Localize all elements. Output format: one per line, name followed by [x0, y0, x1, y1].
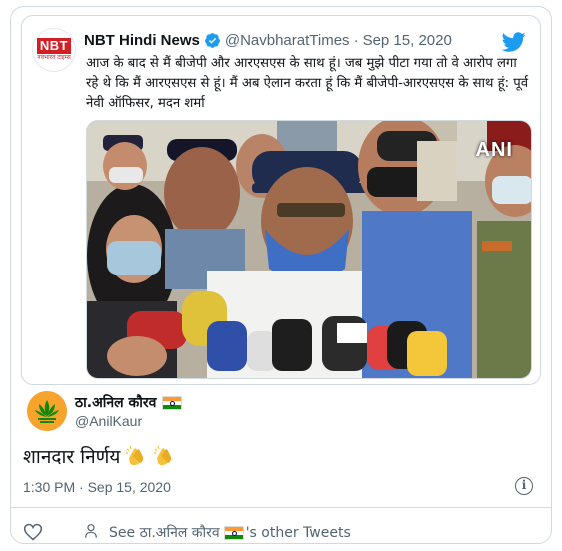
- photo-watermark: ANI: [475, 139, 513, 161]
- embedded-tweet-card[interactable]: NBT नवभारत टाइम्स NBT Hindi News @Navbha…: [10, 6, 552, 544]
- reply-author-handle[interactable]: @AnilKaur: [75, 413, 142, 429]
- nbt-avatar[interactable]: NBT नवभारत टाइम्स: [32, 28, 76, 72]
- india-flag-icon: [162, 395, 183, 410]
- info-icon[interactable]: i: [515, 477, 533, 495]
- heart-icon[interactable]: [23, 522, 43, 542]
- footer-divider: [11, 507, 551, 508]
- bjp-lotus-icon: [27, 391, 67, 431]
- reply-author-name-row[interactable]: ठा.अनिल कौरव: [75, 393, 183, 412]
- twitter-bird-icon[interactable]: [502, 30, 526, 54]
- reply-text: शानदार निर्णय: [23, 446, 121, 468]
- india-flag-icon: [223, 525, 244, 540]
- quoted-tweet-header: NBT Hindi News @NavbharatTimes · Sep 15,…: [84, 32, 452, 49]
- verified-badge-icon: [204, 33, 220, 48]
- quoted-author-name[interactable]: NBT Hindi News: [84, 32, 200, 49]
- nbt-logo: NBT: [36, 38, 72, 54]
- reply-text-row: शानदार निर्णय: [23, 443, 176, 469]
- person-icon: [85, 524, 97, 538]
- reply-timestamp[interactable]: 1:30 PM · Sep 15, 2020: [23, 479, 171, 495]
- header-separator: ·: [353, 32, 359, 49]
- photo-scene: [87, 121, 531, 378]
- clapping-hands-icon: [154, 445, 172, 466]
- reply-avatar[interactable]: [27, 391, 67, 431]
- see-other-prefix: See ठा.अनिल कौरव: [109, 525, 220, 541]
- quoted-tweet[interactable]: NBT नवभारत टाइम्स NBT Hindi News @Navbha…: [21, 15, 541, 385]
- reply-author-name[interactable]: ठा.अनिल कौरव: [75, 393, 156, 412]
- quoted-tweet-date[interactable]: Sep 15, 2020: [363, 32, 452, 49]
- clapping-hands-icon: [126, 445, 144, 466]
- see-other-tweets-link[interactable]: See ठा.अनिल कौरव 's other Tweets: [109, 523, 351, 542]
- quoted-tweet-photo[interactable]: ANI: [86, 120, 532, 379]
- quoted-tweet-text: आज के बाद से मैं बीजेपी और आरएसएस के साथ…: [86, 56, 529, 111]
- nbt-logo-subtext: नवभारत टाइम्स: [37, 55, 71, 61]
- see-other-suffix: 's other Tweets: [245, 524, 351, 541]
- quoted-author-handle[interactable]: @NavbharatTimes: [225, 32, 350, 49]
